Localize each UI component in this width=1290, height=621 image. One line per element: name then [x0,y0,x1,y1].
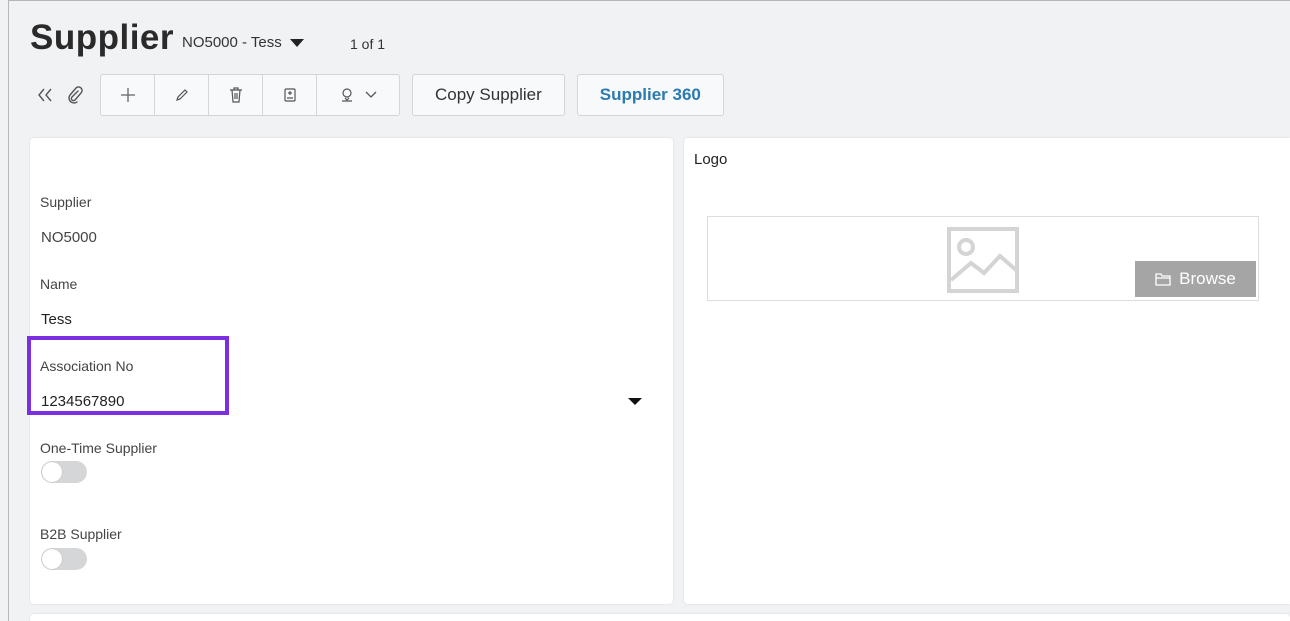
assistant-menu-button[interactable] [317,75,399,115]
association-no-dropdown-icon[interactable] [628,398,642,405]
logo-panel: Logo Browse [684,138,1290,604]
association-no-field[interactable]: 1234567890 [41,393,124,410]
copy-supplier-button[interactable]: Copy Supplier [412,74,565,116]
caret-down-icon [289,38,304,47]
copy-icon [283,88,296,102]
logo-label: Logo [694,151,728,168]
window-border-top [8,0,1290,1]
record-actions-group [100,74,400,116]
one-time-supplier-label: One-Time Supplier [40,440,157,456]
next-section-panel [30,614,1290,621]
edit-button[interactable] [155,75,209,115]
attachments-button[interactable] [60,75,90,115]
association-no-label: Association No [40,358,134,374]
record-pager: 1 of 1 [350,36,386,52]
paperclip-icon [68,86,83,104]
folder-icon [1155,273,1171,286]
image-placeholder-icon [947,227,1019,293]
b2b-supplier-toggle[interactable] [41,548,87,570]
command-toolbar: Copy Supplier Supplier 360 [30,74,724,116]
supplier-field-value: NO5000 [41,229,97,246]
supplier-form-panel: Supplier NO5000 Name Tess Association No… [27,138,673,604]
logo-image-box: Browse [707,216,1259,301]
supplier-360-button[interactable]: Supplier 360 [576,74,724,116]
browse-button-label: Browse [1179,269,1236,288]
person-pin-icon [342,88,352,102]
delete-button[interactable] [209,75,263,115]
page-title: Supplier [30,18,175,57]
name-field-label: Name [40,276,78,292]
record-selector-label: NO5000 - Tess [182,34,282,51]
b2b-supplier-label: B2B Supplier [40,526,122,542]
add-button[interactable] [101,75,155,115]
trash-icon [229,87,242,103]
collapse-navigator-button[interactable] [30,75,60,115]
window-border-left [8,0,9,621]
supplier-field-label: Supplier [40,194,92,210]
double-chevron-left-icon [38,88,52,102]
record-selector[interactable]: NO5000 - Tess [182,34,304,51]
pencil-icon [175,89,188,101]
browse-button[interactable]: Browse [1135,261,1256,297]
one-time-supplier-toggle[interactable] [41,461,87,483]
name-field-value[interactable]: Tess [41,311,72,328]
plus-icon [120,88,135,102]
duplicate-button[interactable] [263,75,317,115]
chevron-down-icon [365,91,377,98]
